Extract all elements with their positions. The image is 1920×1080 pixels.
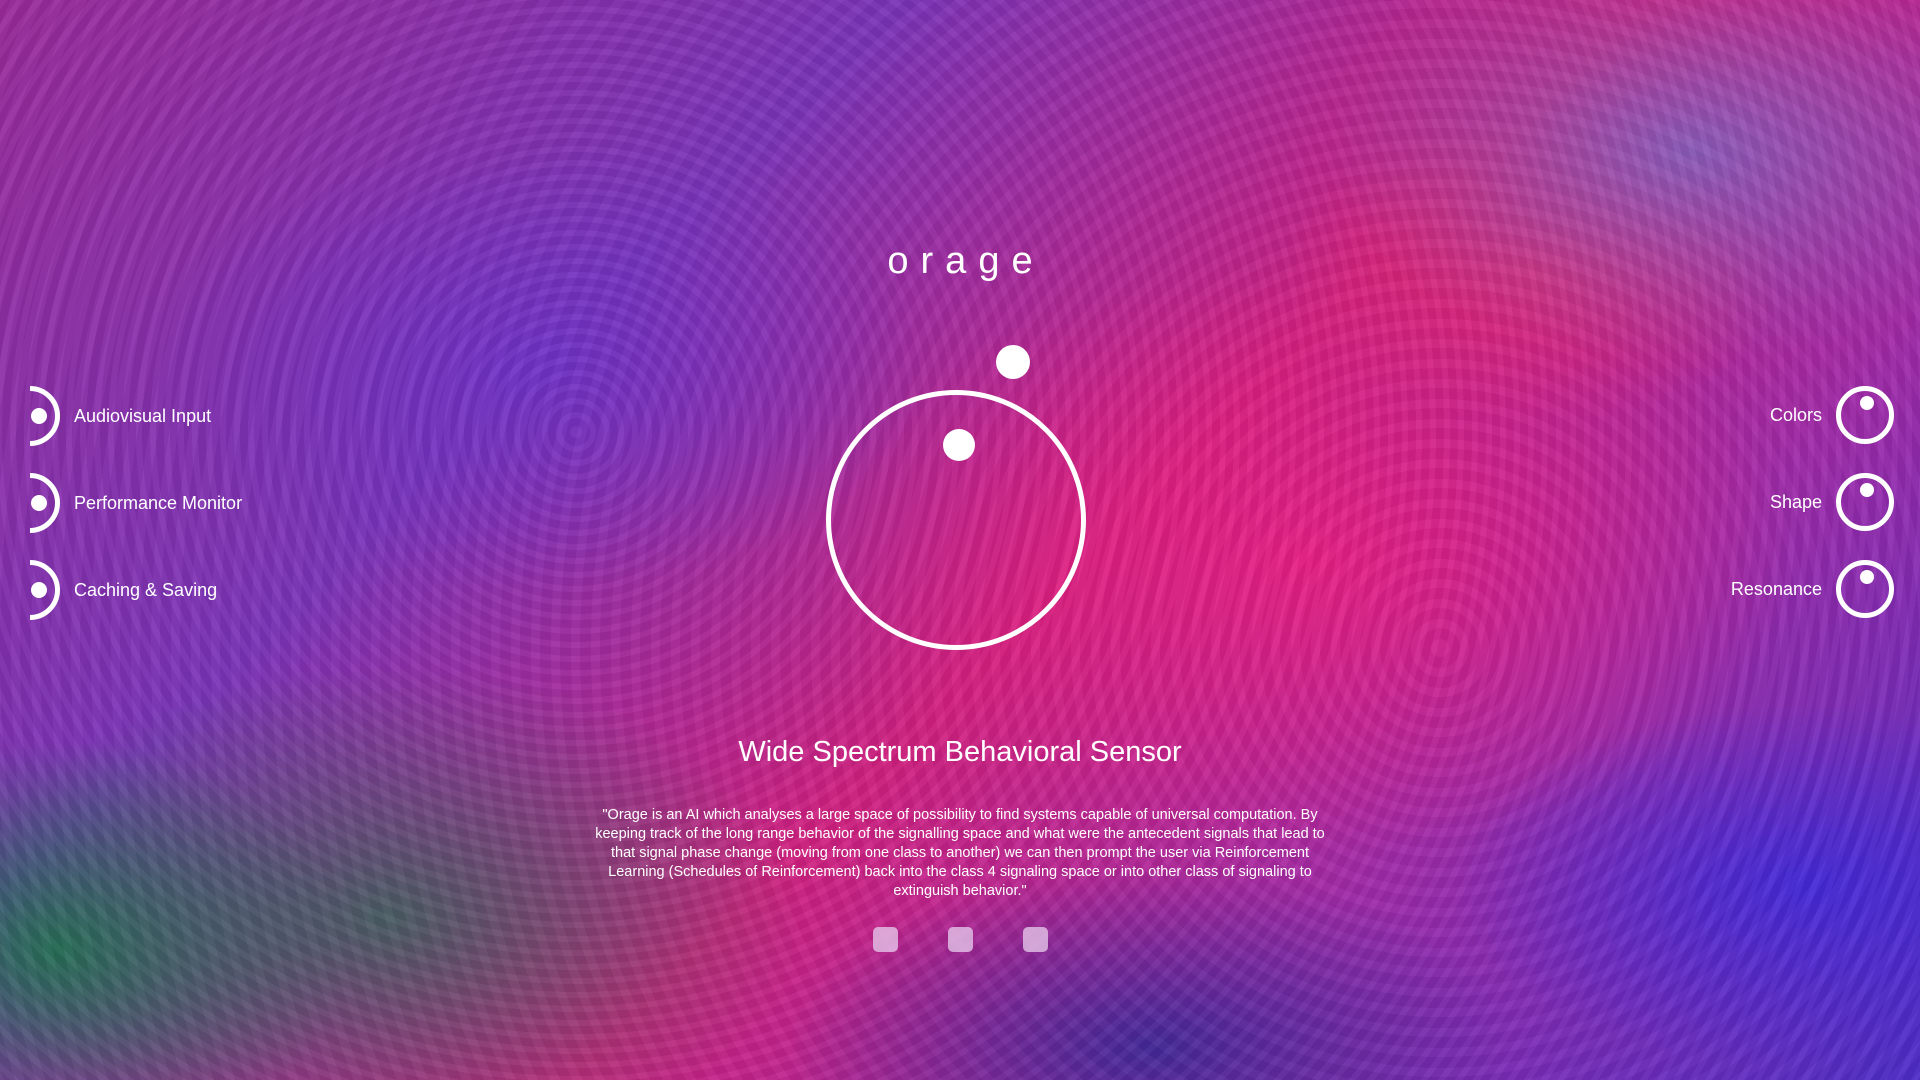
menu-item-audiovisual-input[interactable]: Audiovisual Input [30,386,211,446]
menu-item-label: Resonance [1730,578,1822,599]
dial-knob[interactable] [943,429,975,461]
menu-item-label: Shape [1769,491,1822,512]
description-text: "Orage is an AI which analyses a large s… [595,807,1325,899]
menu-item-colors[interactable]: Colors [1770,386,1894,444]
menu-item-label: Caching & Saving [74,579,218,600]
menu-item-caching-saving[interactable]: Caching & Saving [30,560,217,620]
pager-dot-2[interactable] [947,927,973,952]
menu-item-label: Audiovisual Input [74,405,212,426]
pager-dot-3[interactable] [1022,927,1048,952]
half-ring-icon [30,560,60,620]
menu-item-label: Performance Monitor [74,492,243,513]
app-logo: orage [887,240,1045,282]
half-ring-icon [30,473,60,533]
pager-dot-1[interactable] [872,927,898,952]
menu-item-performance-monitor[interactable]: Performance Monitor [30,473,242,533]
menu-item-resonance[interactable]: Resonance [1731,560,1894,618]
pager [0,927,1920,952]
ring-icon [1836,473,1894,531]
ring-icon [1836,386,1894,444]
dial-indicator-dot[interactable] [996,345,1030,379]
half-ring-icon [30,386,60,446]
menu-item-shape[interactable]: Shape [1770,473,1894,531]
page-title: Wide Spectrum Behavioral Sensor [738,736,1182,768]
ring-icon [1836,560,1894,618]
menu-item-label: Colors [1769,404,1822,425]
